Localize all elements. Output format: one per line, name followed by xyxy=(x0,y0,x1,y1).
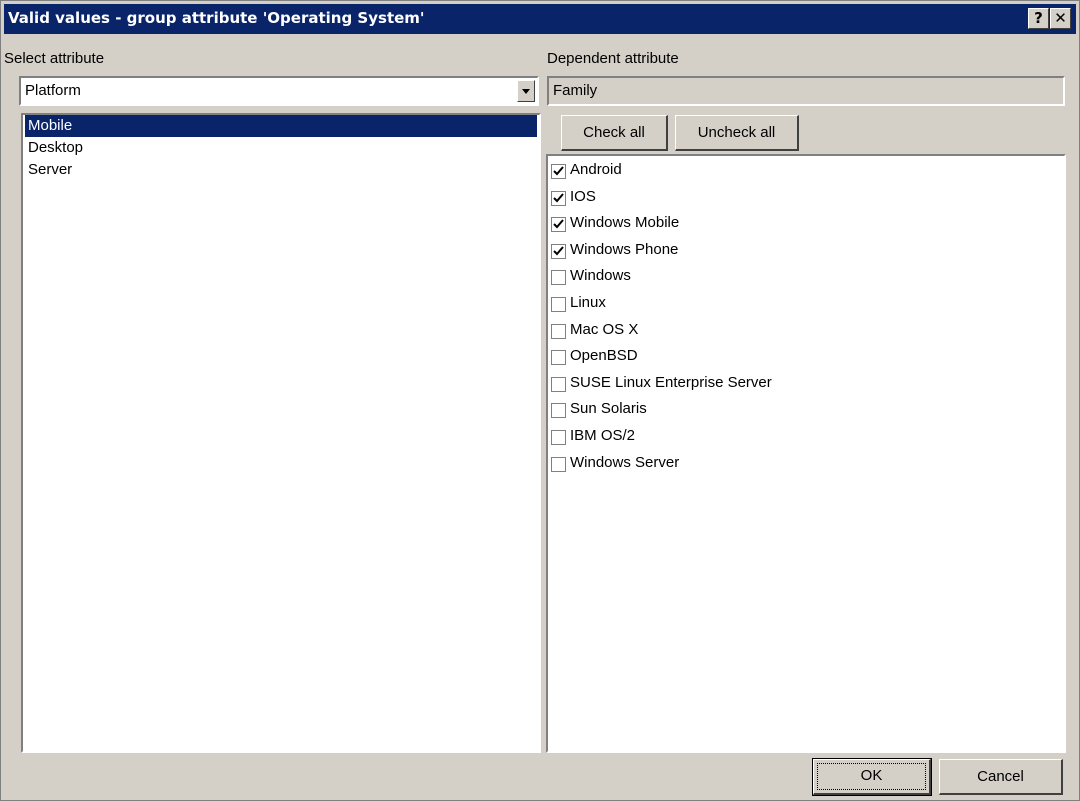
checklist-item-label: Windows Phone xyxy=(570,240,679,258)
checkmark-icon xyxy=(553,246,564,256)
checklist-item-label: Sun Solaris xyxy=(570,400,647,418)
checkbox-checked[interactable] xyxy=(551,164,566,179)
uncheck-all-button[interactable]: Uncheck all xyxy=(675,115,799,151)
checklist-item-label: OpenBSD xyxy=(570,347,638,365)
cancel-button[interactable]: Cancel xyxy=(939,759,1063,795)
checkbox-unchecked[interactable] xyxy=(551,403,566,419)
focus-rect xyxy=(817,763,926,790)
dependent-attribute-label: Dependent attribute xyxy=(547,50,679,67)
list-item[interactable]: Desktop xyxy=(25,137,537,159)
window-title: Valid values - group attribute 'Operatin… xyxy=(8,9,425,27)
checkbox-checked[interactable] xyxy=(551,190,566,206)
checkbox-checked[interactable] xyxy=(551,243,566,259)
checklist-item-label: SUSE Linux Enterprise Server xyxy=(570,373,772,391)
dependent-checklist[interactable]: Android IOS Windows Mobile Windows Phone Win… xyxy=(546,154,1066,753)
attribute-combobox[interactable]: Platform xyxy=(19,76,539,106)
dependent-attribute-field: Family xyxy=(547,76,1065,106)
list-item[interactable]: Server xyxy=(25,159,537,181)
ok-button[interactable]: OK xyxy=(812,758,932,796)
list-item[interactable]: Mobile xyxy=(25,115,537,137)
checklist-item-label: Windows Mobile xyxy=(570,214,680,232)
checkbox-unchecked[interactable] xyxy=(551,270,566,286)
check-all-button[interactable]: Check all xyxy=(561,115,668,151)
checklist-item-label: Mac OS X xyxy=(570,320,639,338)
checkbox-unchecked[interactable] xyxy=(551,323,566,339)
help-button[interactable]: ? xyxy=(1028,8,1049,29)
dependent-attribute-value: Family xyxy=(553,82,598,99)
checkbox-unchecked[interactable] xyxy=(551,430,566,445)
title-bar[interactable]: Valid values - group attribute 'Operatin… xyxy=(4,4,1076,34)
checkbox-checked[interactable] xyxy=(551,217,566,233)
checkbox-unchecked[interactable] xyxy=(551,350,566,366)
checklist-item-label: Windows Server xyxy=(570,453,680,471)
checkmark-icon xyxy=(553,192,564,203)
attribute-combobox-value: Platform xyxy=(25,82,81,99)
attribute-value-list[interactable]: Mobile Desktop Server xyxy=(21,113,541,753)
chevron-down-icon[interactable] xyxy=(517,80,535,102)
checklist-item-label: Windows xyxy=(570,267,631,285)
checklist-item-label: Android xyxy=(570,161,622,178)
checklist-item-label: IOS xyxy=(570,187,596,205)
checkbox-unchecked[interactable] xyxy=(551,456,566,472)
help-icon: ? xyxy=(1034,9,1043,27)
checkbox-unchecked[interactable] xyxy=(551,297,566,312)
dialog-window: Valid values - group attribute 'Operatin… xyxy=(0,0,1080,801)
select-attribute-label: Select attribute xyxy=(4,50,105,67)
checklist-item-label: Linux xyxy=(570,294,606,311)
checkbox-unchecked[interactable] xyxy=(551,376,566,392)
checkmark-icon xyxy=(553,219,564,229)
checkmark-icon xyxy=(553,166,564,176)
checklist-item-label: IBM OS/2 xyxy=(570,427,636,444)
close-icon: ✕ xyxy=(1054,9,1067,27)
close-button[interactable]: ✕ xyxy=(1050,8,1071,29)
